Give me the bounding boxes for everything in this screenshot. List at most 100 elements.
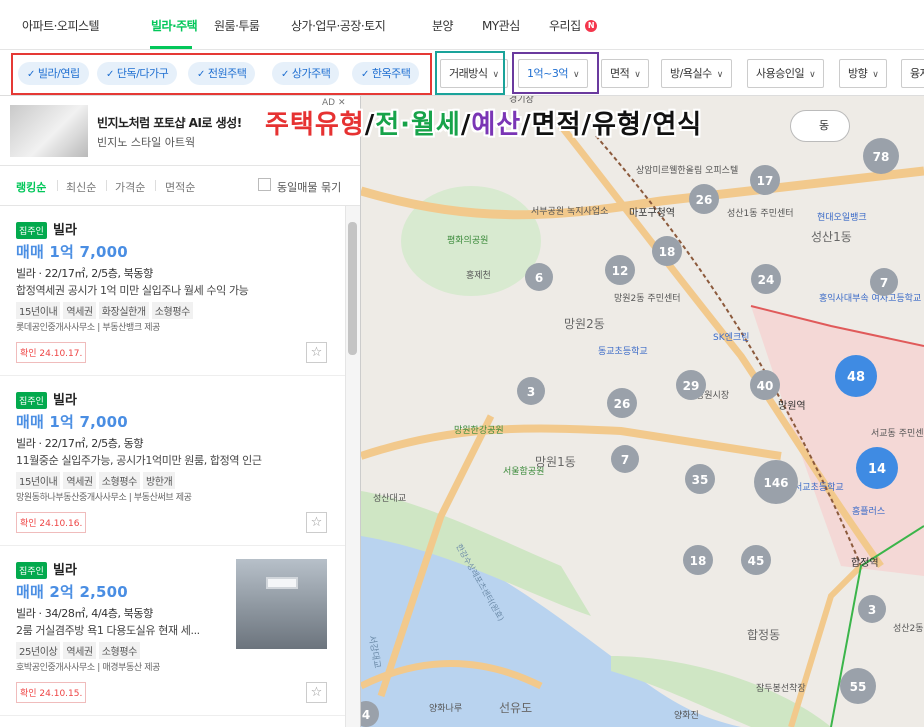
cluster-count: 78 bbox=[873, 150, 890, 164]
confirm-date: 확인 24.10.16. bbox=[16, 512, 87, 533]
area-dropdown[interactable]: 면적 ∨ bbox=[601, 59, 650, 88]
cluster-count: 7 bbox=[621, 453, 629, 467]
map-label: 동교초등학교 bbox=[598, 346, 648, 357]
cluster-count: 4 bbox=[362, 708, 370, 722]
sort-area[interactable]: 면적순 bbox=[165, 179, 195, 195]
nav-my-home[interactable]: 우리집 N bbox=[549, 17, 597, 34]
sort-ranking[interactable]: 랭킹순 bbox=[16, 179, 46, 195]
cluster-count: 55 bbox=[850, 680, 867, 694]
listing-price: 매매 1억 7,000 bbox=[16, 413, 128, 431]
cluster-count: 40 bbox=[757, 379, 774, 393]
overlay-house-type: 주택유형 bbox=[265, 110, 365, 140]
active-tab-underline bbox=[150, 46, 192, 49]
map-label: 서교초등학교 bbox=[794, 482, 844, 493]
chevron-down-icon: ∨ bbox=[572, 70, 580, 80]
cluster-count: 26 bbox=[696, 193, 713, 207]
cluster-count: 18 bbox=[690, 554, 707, 568]
list-scrollbar-thumb[interactable] bbox=[348, 222, 357, 355]
chip-country-house[interactable]: ✓ 전원주택 bbox=[188, 62, 256, 85]
annotation-overlay-text: 주택유형/전·월세/예산/면적/유형/연식 bbox=[265, 104, 702, 141]
chip-detached[interactable]: ✓ 단독/다가구 bbox=[97, 62, 178, 85]
check-icon: ✓ bbox=[361, 69, 369, 80]
filter-bar: ✓ 빌라/연립 ✓ 단독/다가구 ✓ 전원주택 ✓ 상가주택 ✓ 한옥주택 거래방식 ∨ 1… bbox=[0, 50, 924, 96]
map-area-pill-label: 동 bbox=[819, 119, 830, 132]
confirm-date: 확인 24.10.17. bbox=[16, 342, 87, 363]
dropdown-label: 방/욕실수 bbox=[670, 67, 712, 80]
chevron-down-icon: ∨ bbox=[716, 70, 724, 80]
nav-apartment-officetel[interactable]: 아파트·오피스텔 bbox=[22, 17, 100, 34]
approval-date-dropdown[interactable]: 사용승인일 ∨ bbox=[747, 59, 825, 88]
favorite-star-icon[interactable]: ☆ bbox=[306, 342, 327, 363]
chevron-down-icon: ∨ bbox=[492, 70, 499, 80]
favorite-star-icon[interactable]: ☆ bbox=[306, 512, 327, 533]
ceiling-lamp bbox=[266, 577, 298, 589]
dropdown-label: 융자 bbox=[910, 67, 924, 80]
sort-price[interactable]: 가격순 bbox=[115, 179, 145, 195]
owner-badge: 집주인 bbox=[16, 222, 47, 239]
agency-info: 롯데공인중개사사무소 | 부동산뱅크 제공 bbox=[16, 323, 160, 333]
same-listing-checkbox[interactable] bbox=[258, 178, 271, 191]
top-navigation: 아파트·오피스텔 빌라·주택 원룸·투룸 상가·업무·공장·토지 분양 MY관심… bbox=[0, 0, 924, 50]
cluster-count: 45 bbox=[748, 554, 765, 568]
chip-label: 상가주택 bbox=[291, 67, 331, 80]
map-label: 합정역 bbox=[851, 557, 879, 569]
listing-price: 매매 2억 2,500 bbox=[16, 583, 128, 601]
cluster-count: 24 bbox=[758, 273, 775, 287]
listing-photo[interactable] bbox=[236, 559, 327, 649]
chip-label: 빌라/연립 bbox=[37, 67, 80, 80]
divider bbox=[155, 180, 156, 191]
tag: 소형평수 bbox=[98, 472, 140, 489]
map-label: 홈플러스 bbox=[852, 505, 885, 517]
map-label: 망원2동 bbox=[564, 317, 605, 331]
tag: 화장실한개 bbox=[98, 302, 149, 319]
cluster-count: 14 bbox=[868, 462, 886, 477]
direction-dropdown[interactable]: 방향 ∨ bbox=[839, 59, 888, 88]
chip-label: 전원주택 bbox=[207, 67, 247, 80]
agency-info: 호박공인중개사사무소 | 매경부동산 제공 bbox=[16, 663, 160, 673]
favorite-star-icon[interactable]: ☆ bbox=[306, 682, 327, 703]
map-canvas[interactable]: 성산1동 상암미르웰한올림 오피스텔 마포구청역 서부공원 녹지사업소 평화의공… bbox=[361, 96, 924, 727]
map-label: 망원2동 주민센터 bbox=[614, 293, 681, 304]
tag: 소형평수 bbox=[98, 642, 140, 659]
room-bath-dropdown[interactable]: 방/욕실수 ∨ bbox=[661, 59, 732, 88]
sort-latest[interactable]: 최신순 bbox=[66, 179, 96, 195]
map-label: 마포구청역 bbox=[629, 207, 675, 219]
listing-tags: 15년이내 역세권 소형평수 방한개 bbox=[16, 470, 178, 489]
map-label: 성산대교 bbox=[373, 493, 406, 504]
same-listing-label[interactable]: 동일매물 묶기 bbox=[277, 179, 341, 195]
map-label: 홍익사대부속 여자고등학교 bbox=[819, 292, 921, 304]
loan-dropdown[interactable]: 융자 bbox=[901, 59, 924, 88]
nav-presale[interactable]: 분양 bbox=[432, 17, 454, 34]
check-icon: ✓ bbox=[197, 69, 205, 80]
yanghwa-road bbox=[788, 563, 864, 727]
listing-card[interactable]: 집주인 빌라 매매 2억 2,500 빌라 · 34/28㎡, 4/4층, 북동… bbox=[0, 546, 345, 716]
cluster-count: 6 bbox=[535, 271, 543, 285]
listing-card[interactable]: 집주인 빌라 매매 1억 7,000 빌라 · 22/17㎡, 2/5층, 동향… bbox=[0, 376, 345, 546]
check-icon: ✓ bbox=[281, 69, 289, 80]
nav-commercial-land[interactable]: 상가·업무·공장·토지 bbox=[291, 17, 386, 34]
divider bbox=[106, 180, 107, 191]
map-label: 망원역 bbox=[778, 400, 806, 412]
chip-shop-house[interactable]: ✓ 상가주택 bbox=[272, 62, 340, 85]
nav-oneroom-tworoom[interactable]: 원룸·투룸 bbox=[214, 17, 260, 34]
listing-tags: 15년이내 역세권 화장실한개 소형평수 bbox=[16, 300, 196, 319]
nav-my-interest[interactable]: MY관심 bbox=[482, 17, 520, 34]
price-range-dropdown[interactable]: 1억~3억 ∨ bbox=[518, 59, 589, 88]
listing-description: 11월중순 실입주가능, 공시가1억미만 원룸, 합정역 인근 bbox=[16, 454, 262, 467]
chip-villa[interactable]: ✓ 빌라/연립 bbox=[18, 62, 89, 85]
confirm-date: 확인 24.10.15. bbox=[16, 682, 87, 703]
listing-card[interactable]: 집주인 빌라 매매 1억 7,000 빌라 · 22/17㎡, 2/5층, 북동… bbox=[0, 206, 345, 376]
nav-villa-house[interactable]: 빌라·주택 bbox=[151, 17, 198, 34]
chip-hanok[interactable]: ✓ 한옥주택 bbox=[352, 62, 420, 85]
map-view[interactable]: 성산1동 상암미르웰한올림 오피스텔 마포구청역 서부공원 녹지사업소 평화의공… bbox=[361, 96, 924, 727]
map-area-pill[interactable]: 동 bbox=[790, 110, 850, 142]
map-label: 양화나루 bbox=[429, 703, 462, 714]
divider bbox=[57, 180, 58, 191]
listing-spec: 빌라 · 22/17㎡, 2/5층, 동향 bbox=[16, 437, 144, 450]
cluster-count: 17 bbox=[757, 174, 774, 188]
dropdown-label: 거래방식 bbox=[449, 67, 488, 80]
overlay-slash: / bbox=[521, 110, 532, 140]
agency-info: 망원동하나부동산중개사사무소 | 부동산써브 제공 bbox=[16, 493, 192, 503]
trade-type-dropdown[interactable]: 거래방식 ∨ bbox=[440, 59, 508, 88]
cluster-count: 3 bbox=[868, 603, 876, 617]
